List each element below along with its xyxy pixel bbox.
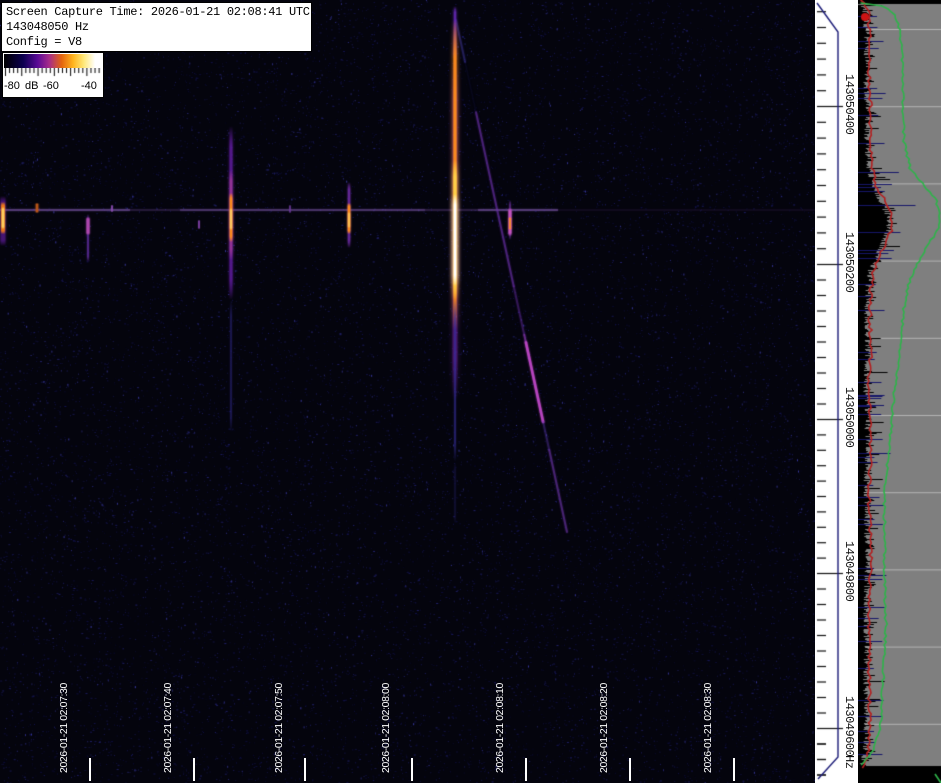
y-axis-frequency-label: 143050400 xyxy=(842,74,856,134)
legend-label-db: dB xyxy=(25,80,38,92)
y-axis-frequency-label: 143049800 xyxy=(842,541,856,601)
spectrogram-screen-capture: Screen Capture Time: 2026-01-21 02:08:41… xyxy=(0,0,941,783)
spectrum-side-panel-canvas xyxy=(858,0,941,783)
x-axis-tick xyxy=(629,758,631,781)
x-axis-tick xyxy=(525,758,527,781)
color-scale-ruler-ticks xyxy=(4,68,101,79)
capture-info-box: Screen Capture Time: 2026-01-21 02:08:41… xyxy=(1,2,312,52)
legend-label-m60: -60 xyxy=(43,80,59,92)
y-axis-frequency-label: 143050200 xyxy=(842,232,856,292)
x-axis-time-label: 2026-01-21 02:07:40 xyxy=(160,683,176,773)
y-axis-frequency-label: 143050000 xyxy=(842,387,856,447)
waterfall-spectrogram-canvas xyxy=(0,0,815,783)
y-axis-frequency-label: 143049600 xyxy=(842,696,856,756)
x-axis-tick xyxy=(411,758,413,781)
color-scale-gradient-bar xyxy=(4,54,100,68)
x-axis-tick xyxy=(89,758,91,781)
x-axis-tick xyxy=(193,758,195,781)
legend-label-m80: -80 xyxy=(4,80,20,92)
x-axis-time-label: 2026-01-21 02:08:00 xyxy=(378,683,394,773)
x-axis-tick xyxy=(304,758,306,781)
config-line: Config = V8 xyxy=(6,35,311,50)
capture-time-line: Screen Capture Time: 2026-01-21 02:08:41… xyxy=(6,5,311,20)
legend-label-m40: -40 xyxy=(81,80,97,92)
x-axis-time-label: 2026-01-21 02:07:50 xyxy=(271,683,287,773)
tuned-frequency-line: 143048050 Hz xyxy=(6,20,311,35)
x-axis-tick xyxy=(733,758,735,781)
x-axis-time-label: 2026-01-21 02:08:10 xyxy=(492,683,508,773)
color-scale-legend: -80 dB -60 -40 xyxy=(2,52,104,98)
y-axis-unit-label: Hz xyxy=(842,755,856,768)
x-axis-time-label: 2026-01-21 02:08:20 xyxy=(596,683,612,773)
x-axis-time-label: 2026-01-21 02:08:30 xyxy=(700,683,716,773)
x-axis-time-label: 2026-01-21 02:07:30 xyxy=(56,683,72,773)
